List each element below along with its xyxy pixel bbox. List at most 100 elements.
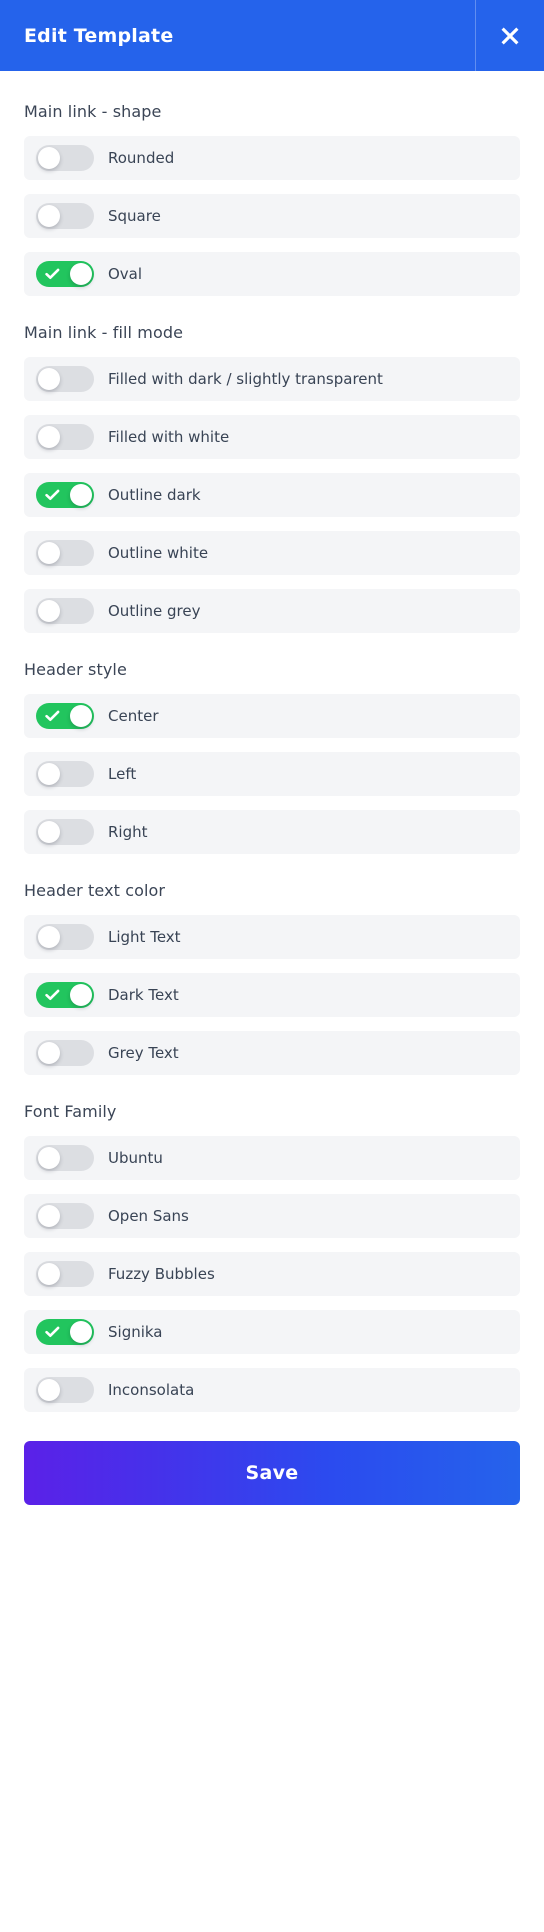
- option-label: Open Sans: [108, 1207, 189, 1225]
- option-row[interactable]: Left: [24, 752, 520, 796]
- option-label: Outline grey: [108, 602, 201, 620]
- toggle-knob: [70, 984, 92, 1006]
- option-label: Dark Text: [108, 986, 179, 1004]
- section-title: Main link - fill mode: [24, 323, 184, 342]
- toggle-switch[interactable]: [36, 203, 94, 229]
- option-row[interactable]: Filled with dark / slightly transparent: [24, 357, 520, 401]
- toggle-knob: [70, 1321, 92, 1343]
- toggle-switch[interactable]: [36, 1203, 94, 1229]
- check-icon: [45, 989, 60, 1001]
- toggle-switch[interactable]: [36, 761, 94, 787]
- toggle-knob: [38, 1263, 60, 1285]
- option-label: Center: [108, 707, 159, 725]
- toggle-switch[interactable]: [36, 145, 94, 171]
- modal-body: Main link - shape Rounded Square Oval Main l…: [0, 71, 544, 1412]
- close-icon: [498, 24, 522, 48]
- option-label: Outline white: [108, 544, 209, 562]
- toggle-switch[interactable]: [36, 261, 94, 287]
- option-label: Left: [108, 765, 137, 783]
- option-row[interactable]: Outline white: [24, 531, 520, 575]
- option-label: Ubuntu: [108, 1149, 163, 1167]
- option-label: Filled with white: [108, 428, 230, 446]
- toggle-knob: [38, 205, 60, 227]
- toggle-knob: [38, 368, 60, 390]
- option-row[interactable]: Outline dark: [24, 473, 520, 517]
- option-row[interactable]: Rounded: [24, 136, 520, 180]
- toggle-switch[interactable]: [36, 982, 94, 1008]
- save-button-container: Save: [0, 1412, 544, 1536]
- toggle-switch[interactable]: [36, 482, 94, 508]
- option-section: Font Family Ubuntu Open Sans Fuzzy Bubbles S…: [24, 1102, 520, 1412]
- option-section: Header text color Light Text Dark Text Grey…: [24, 881, 520, 1075]
- check-icon: [45, 489, 60, 501]
- section-title: Header text color: [24, 881, 166, 900]
- toggle-knob: [38, 763, 60, 785]
- section-title: Font Family: [24, 1102, 117, 1121]
- option-row[interactable]: Ubuntu: [24, 1136, 520, 1180]
- section-title: Header style: [24, 660, 127, 679]
- option-row[interactable]: Grey Text: [24, 1031, 520, 1075]
- toggle-knob: [38, 600, 60, 622]
- option-row[interactable]: Oval: [24, 252, 520, 296]
- option-label: Fuzzy Bubbles: [108, 1265, 215, 1283]
- toggle-switch[interactable]: [36, 1319, 94, 1345]
- check-icon: [45, 268, 60, 280]
- toggle-knob: [38, 1042, 60, 1064]
- option-section: Main link - fill mode Filled with dark / …: [24, 323, 520, 633]
- toggle-switch[interactable]: [36, 703, 94, 729]
- option-label: Signika: [108, 1323, 163, 1341]
- toggle-knob: [38, 542, 60, 564]
- check-icon: [45, 710, 60, 722]
- option-label: Oval: [108, 265, 143, 283]
- option-row[interactable]: Fuzzy Bubbles: [24, 1252, 520, 1296]
- option-row[interactable]: Outline grey: [24, 589, 520, 633]
- toggle-knob: [38, 821, 60, 843]
- option-row[interactable]: Open Sans: [24, 1194, 520, 1238]
- save-button[interactable]: Save: [24, 1441, 520, 1505]
- toggle-knob: [38, 1147, 60, 1169]
- page-title: Edit Template: [24, 24, 174, 47]
- toggle-knob: [38, 1205, 60, 1227]
- option-label: Square: [108, 207, 161, 225]
- option-label: Right: [108, 823, 148, 841]
- section-title: Main link - shape: [24, 102, 162, 121]
- toggle-switch[interactable]: [36, 540, 94, 566]
- toggle-knob: [38, 926, 60, 948]
- toggle-switch[interactable]: [36, 1145, 94, 1171]
- toggle-switch[interactable]: [36, 1377, 94, 1403]
- option-label: Filled with dark / slightly transparent: [108, 370, 383, 388]
- option-row[interactable]: Right: [24, 810, 520, 854]
- toggle-switch[interactable]: [36, 598, 94, 624]
- option-row[interactable]: Center: [24, 694, 520, 738]
- option-row[interactable]: Signika: [24, 1310, 520, 1354]
- toggle-knob: [38, 426, 60, 448]
- option-row[interactable]: Filled with white: [24, 415, 520, 459]
- option-label: Outline dark: [108, 486, 201, 504]
- option-label: Grey Text: [108, 1044, 179, 1062]
- toggle-knob: [38, 1379, 60, 1401]
- toggle-switch[interactable]: [36, 366, 94, 392]
- toggle-knob: [70, 484, 92, 506]
- option-label: Inconsolata: [108, 1381, 195, 1399]
- toggle-knob: [70, 705, 92, 727]
- edit-template-modal: Edit Template Main link - shape Rounded Sq…: [0, 0, 544, 1932]
- toggle-knob: [38, 147, 60, 169]
- option-label: Light Text: [108, 928, 181, 946]
- toggle-switch[interactable]: [36, 924, 94, 950]
- header-divider: [475, 0, 476, 71]
- modal-header: Edit Template: [0, 0, 544, 71]
- toggle-knob: [70, 263, 92, 285]
- option-section: Header style Center Left Right: [24, 660, 520, 854]
- toggle-switch[interactable]: [36, 1040, 94, 1066]
- option-label: Rounded: [108, 149, 175, 167]
- option-section: Main link - shape Rounded Square Oval: [24, 71, 520, 296]
- option-row[interactable]: Inconsolata: [24, 1368, 520, 1412]
- toggle-switch[interactable]: [36, 424, 94, 450]
- toggle-switch[interactable]: [36, 1261, 94, 1287]
- option-row[interactable]: Dark Text: [24, 973, 520, 1017]
- close-button[interactable]: [475, 0, 544, 71]
- check-icon: [45, 1326, 60, 1338]
- option-row[interactable]: Square: [24, 194, 520, 238]
- toggle-switch[interactable]: [36, 819, 94, 845]
- option-row[interactable]: Light Text: [24, 915, 520, 959]
